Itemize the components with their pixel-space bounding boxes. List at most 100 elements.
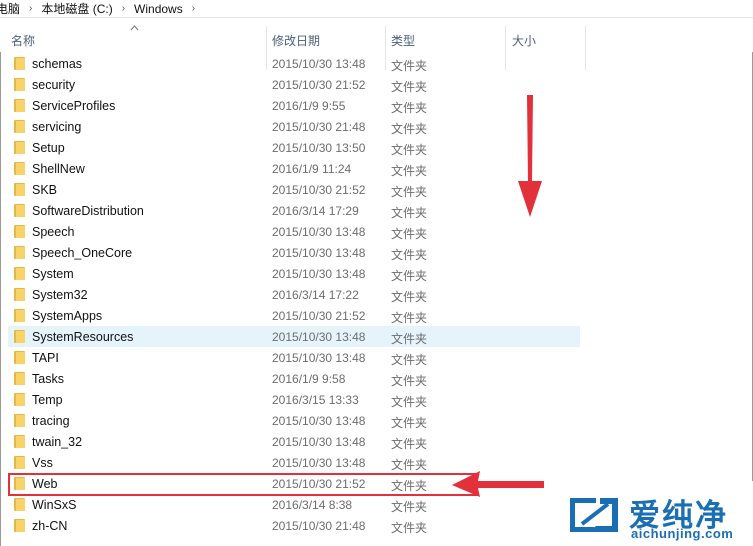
- file-name: tracing: [32, 414, 70, 428]
- file-modified-date: 2015/10/30 13:48: [272, 246, 366, 260]
- file-row[interactable]: schemas 2015/10/30 13:48 文件夹: [8, 53, 580, 74]
- file-type: 文件夹: [391, 80, 428, 94]
- folder-icon: [14, 351, 25, 364]
- file-row[interactable]: Speech_OneCore 2015/10/30 13:48 文件夹: [8, 242, 580, 263]
- file-row[interactable]: Tasks 2016/1/9 9:58 文件夹: [8, 368, 580, 389]
- file-modified-date: 2015/10/30 13:48: [272, 456, 366, 470]
- file-name: twain_32: [32, 435, 83, 449]
- chevron-right-icon[interactable]: ›: [22, 3, 39, 14]
- folder-icon: [14, 309, 25, 322]
- file-modified-date: 2015/10/30 13:48: [272, 330, 366, 344]
- file-row[interactable]: System 2015/10/30 13:48 文件夹: [8, 263, 580, 284]
- folder-icon: [14, 288, 25, 301]
- file-name: SystemApps: [32, 309, 103, 323]
- file-modified-date: 2016/3/15 13:33: [272, 393, 359, 407]
- file-modified-date: 2015/10/30 13:48: [272, 225, 366, 239]
- file-row[interactable]: SystemResources 2015/10/30 13:48 文件夹: [8, 326, 580, 347]
- watermark-url: aichunjing.com: [631, 526, 734, 541]
- breadcrumb-item-windows[interactable]: Windows: [132, 2, 185, 16]
- chevron-right-icon[interactable]: ›: [185, 3, 202, 14]
- folder-icon: [14, 519, 25, 532]
- folder-icon: [14, 456, 25, 469]
- file-type: 文件夹: [391, 101, 428, 115]
- column-header-date[interactable]: 修改日期: [272, 32, 320, 49]
- breadcrumb-item-computer[interactable]: 电脑: [0, 0, 22, 17]
- file-name: Temp: [32, 393, 63, 407]
- file-row[interactable]: security 2015/10/30 21:52 文件夹: [8, 74, 580, 95]
- chevron-right-icon[interactable]: ›: [115, 3, 132, 14]
- file-name: Speech_OneCore: [32, 246, 133, 260]
- file-name: Vss: [32, 456, 53, 470]
- column-header-name[interactable]: 名称: [11, 32, 35, 49]
- file-type: 文件夹: [391, 206, 428, 220]
- file-row[interactable]: Speech 2015/10/30 13:48 文件夹: [8, 221, 580, 242]
- file-type: 文件夹: [391, 353, 428, 367]
- file-row[interactable]: Setup 2015/10/30 13:50 文件夹: [8, 137, 580, 158]
- folder-icon: [14, 183, 25, 196]
- file-type: 文件夹: [391, 59, 428, 73]
- file-row[interactable]: zh-CN 2015/10/30 21:48 文件夹: [8, 515, 580, 536]
- file-row[interactable]: tracing 2015/10/30 13:48 文件夹: [8, 410, 580, 431]
- file-row[interactable]: System32 2016/3/14 17:22 文件夹: [8, 284, 580, 305]
- file-type: 文件夹: [391, 458, 428, 472]
- file-modified-date: 2015/10/30 13:48: [272, 414, 366, 428]
- folder-icon: [14, 120, 25, 133]
- file-name: ServiceProfiles: [32, 99, 116, 113]
- file-name: System: [32, 267, 74, 281]
- folder-icon: [14, 225, 25, 238]
- file-modified-date: 2016/1/9 9:58: [272, 372, 346, 386]
- file-type: 文件夹: [391, 395, 428, 409]
- file-name: schemas: [32, 57, 83, 71]
- folder-icon: [14, 99, 25, 112]
- sort-up-caret-icon: [130, 22, 139, 34]
- column-header-type[interactable]: 类型: [391, 32, 415, 49]
- file-modified-date: 2016/1/9 11:24: [272, 162, 352, 176]
- file-name: Web: [32, 477, 58, 491]
- column-header: 名称 修改日期 类型 大小: [0, 18, 753, 70]
- folder-icon: [14, 78, 25, 91]
- file-name: SKB: [32, 183, 58, 197]
- file-name: WinSxS: [32, 498, 77, 512]
- file-type: 文件夹: [391, 332, 428, 346]
- file-name: Speech: [32, 225, 75, 239]
- file-modified-date: 2015/10/30 21:52: [272, 78, 366, 92]
- file-row[interactable]: servicing 2015/10/30 21:48 文件夹: [8, 116, 580, 137]
- file-modified-date: 2015/10/30 21:48: [272, 519, 366, 533]
- file-modified-date: 2015/10/30 21:52: [272, 477, 366, 491]
- file-row[interactable]: ShellNew 2016/1/9 11:24 文件夹: [8, 158, 580, 179]
- file-name: TAPI: [32, 351, 59, 365]
- red-left-arrow-icon: [452, 471, 544, 497]
- breadcrumb-item-local-disk[interactable]: 本地磁盘 (C:): [39, 0, 114, 17]
- file-row[interactable]: SystemApps 2015/10/30 21:52 文件夹: [8, 305, 580, 326]
- file-name: SystemResources: [32, 330, 134, 344]
- file-modified-date: 2016/3/14 17:29: [272, 204, 359, 218]
- folder-icon: [14, 204, 25, 217]
- column-header-size[interactable]: 大小: [512, 32, 536, 49]
- file-name: Setup: [32, 141, 65, 155]
- folder-icon: [14, 57, 25, 70]
- file-modified-date: 2015/10/30 13:50: [272, 141, 366, 155]
- file-modified-date: 2015/10/30 21:52: [272, 183, 366, 197]
- folder-icon: [14, 267, 25, 280]
- file-type: 文件夹: [391, 416, 428, 430]
- file-name: System32: [32, 288, 88, 302]
- folder-icon: [14, 162, 25, 175]
- file-type: 文件夹: [391, 227, 428, 241]
- file-name: servicing: [32, 120, 82, 134]
- file-row[interactable]: Temp 2016/3/15 13:33 文件夹: [8, 389, 580, 410]
- file-type: 文件夹: [391, 374, 428, 388]
- breadcrumb[interactable]: 电脑 › 本地磁盘 (C:) › Windows ›: [0, 0, 753, 18]
- file-row[interactable]: ServiceProfiles 2016/1/9 9:55 文件夹: [8, 95, 580, 116]
- folder-icon: [14, 141, 25, 154]
- file-row[interactable]: SKB 2015/10/30 21:52 文件夹: [8, 179, 580, 200]
- file-row[interactable]: TAPI 2015/10/30 13:48 文件夹: [8, 347, 580, 368]
- file-type: 文件夹: [391, 269, 428, 283]
- file-modified-date: 2016/3/14 17:22: [272, 288, 359, 302]
- file-row[interactable]: SoftwareDistribution 2016/3/14 17:29 文件夹: [8, 200, 580, 221]
- file-name: SoftwareDistribution: [32, 204, 144, 218]
- file-type: 文件夹: [391, 311, 428, 325]
- file-row[interactable]: twain_32 2015/10/30 13:48 文件夹: [8, 431, 580, 452]
- file-type: 文件夹: [391, 521, 428, 535]
- column-divider[interactable]: [585, 26, 586, 70]
- file-row[interactable]: Web 2015/10/30 21:52 文件夹: [8, 473, 478, 496]
